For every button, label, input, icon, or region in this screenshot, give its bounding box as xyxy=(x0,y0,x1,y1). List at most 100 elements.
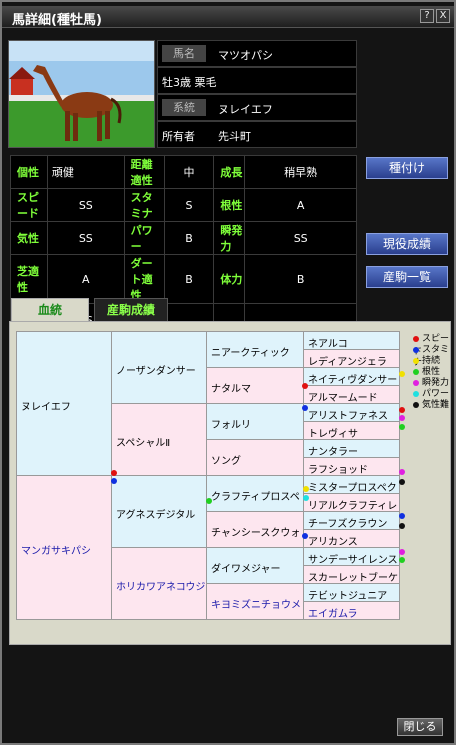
pedigree-cell[interactable]: ソング xyxy=(206,439,304,476)
pedigree-cell[interactable]: ノーザンダンサー xyxy=(111,331,207,404)
breed-button[interactable]: 種付け xyxy=(366,157,448,179)
legend-dot xyxy=(413,346,419,353)
pedigree-name: ホリカワアネコウジ xyxy=(116,581,206,593)
factor-dot xyxy=(399,469,405,475)
stat-value: A xyxy=(244,188,357,222)
stats-row: 気性 SS パワー B 瞬発力 SS xyxy=(10,221,357,255)
tab-offspring-results[interactable]: 産駒成績 xyxy=(94,298,168,322)
pedigree-cell[interactable]: レディアンジェラ xyxy=(303,349,400,368)
pedigree-panel: ヌレイエフマンガサキパシ ノーザンダンサー スペシャルⅡ アグネスデジタルホリカワアネ… xyxy=(9,321,451,645)
factor-dot xyxy=(111,478,117,484)
pedigree-name: テビットジュニア xyxy=(308,590,388,602)
factor-dot xyxy=(399,523,405,529)
stat-value: 稍早熟 xyxy=(244,155,357,189)
horse-line: ヌレイエフ xyxy=(218,103,273,116)
pedigree-cell[interactable]: トレヴィサ xyxy=(303,421,400,440)
pedigree-cell[interactable]: ナンタラー xyxy=(303,439,400,458)
factor-dot xyxy=(399,479,405,485)
pedigree-cell[interactable]: アリストファネス xyxy=(303,403,400,422)
race-results-button[interactable]: 現役成績 xyxy=(366,233,448,255)
factor-dot xyxy=(206,498,212,504)
pedigree-cell[interactable]: ヌレイエフ xyxy=(16,331,112,476)
pedigree-name: リアルクラフティレ xyxy=(308,500,398,512)
title-bar: 馬詳細(種牡馬) ? X xyxy=(2,6,454,28)
pedigree-name: トレヴィサ xyxy=(308,428,358,440)
pedigree-name: サンデーサイレンス xyxy=(308,554,398,566)
pedigree-cell[interactable]: ホリカワアネコウジ xyxy=(111,547,207,620)
pedigree-cell[interactable]: ミスタープロスペク xyxy=(303,475,400,494)
pedigree-name: ノーザンダンサー xyxy=(116,365,196,377)
owner-label: 所有者 xyxy=(162,130,195,143)
pedigree-cell[interactable]: エイガムラ xyxy=(303,601,400,620)
offspring-list-button[interactable]: 産駒一覧 xyxy=(366,266,448,288)
factor-dot xyxy=(302,533,308,539)
stats-row: 芝適性 A ダート適性 B 体力 B xyxy=(10,254,357,304)
pedigree-cell[interactable]: キヨミズニチョウメ xyxy=(206,583,304,620)
stat-label: パワー xyxy=(123,221,165,255)
stat-label: 気性 xyxy=(10,221,48,255)
pedigree-name: アルマームード xyxy=(308,392,378,404)
pedigree-cell[interactable]: サンデーサイレンス xyxy=(303,547,400,566)
pedigree-name: アリストファネス xyxy=(308,410,388,422)
factor-dot xyxy=(303,495,309,501)
pedigree-name: クラフティプロスペ xyxy=(211,491,300,503)
pedigree-cell[interactable]: ネイティヴダンサー xyxy=(303,367,400,386)
pedigree-cell[interactable]: ラフショッド xyxy=(303,457,400,476)
legend-dot xyxy=(413,335,419,342)
pedigree-cell[interactable]: リアルクラフティレ xyxy=(303,493,400,512)
pedigree-name: ダイワメジャー xyxy=(211,563,281,575)
pedigree-cell[interactable]: ニアークティック xyxy=(206,331,304,368)
pedigree-cell[interactable]: マンガサキパシ xyxy=(16,475,112,620)
pedigree-cell[interactable]: アリカンス xyxy=(303,529,400,548)
legend-dot xyxy=(413,368,419,375)
stat-label: ダート適性 xyxy=(123,254,165,304)
factor-dot xyxy=(302,383,308,389)
pedigree-cell[interactable]: チャンシースクウォ xyxy=(206,511,304,548)
pedigree-cell[interactable]: アルマームード xyxy=(303,385,400,404)
horse-profile: 牡3歳 栗毛 xyxy=(162,76,217,89)
pedigree-cell[interactable]: チーフズクラウン xyxy=(303,511,400,530)
pedigree-name: チーフズクラウン xyxy=(308,518,388,530)
legend-dot xyxy=(413,379,419,386)
close-button[interactable]: 閉じる xyxy=(397,718,443,736)
pedigree-name: マンガサキパシ xyxy=(21,545,91,557)
factor-dot xyxy=(302,405,308,411)
pedigree-name: ナタルマ xyxy=(211,383,251,395)
pedigree-cell[interactable]: ダイワメジャー xyxy=(206,547,304,584)
owner-name: 先斗町 xyxy=(218,130,251,143)
stat-value: SS xyxy=(46,188,125,222)
stats-row: 個性 頑健 距離適性中成長 稍早熟 xyxy=(10,155,357,189)
stat-value: SS xyxy=(46,221,125,255)
pedigree-cell[interactable]: クラフティプロスペ xyxy=(206,475,304,512)
tab-pedigree[interactable]: 血統 xyxy=(11,298,89,322)
factor-dot xyxy=(399,513,405,519)
pedigree-name: ソング xyxy=(211,455,241,467)
stat-label: 成長 xyxy=(213,155,246,189)
factor-dot xyxy=(399,424,405,430)
pedigree-name: フォルリ xyxy=(211,419,251,431)
pedigree-cell[interactable]: ナタルマ xyxy=(206,367,304,404)
pedigree-name: キヨミズニチョウメ xyxy=(211,599,301,611)
pedigree-cell[interactable]: アグネスデジタル xyxy=(111,475,207,548)
legend-dot xyxy=(413,401,419,408)
pedigree-name: スペシャルⅡ xyxy=(116,437,171,449)
stat-value: SS xyxy=(244,221,357,255)
pedigree-cell[interactable]: スカーレットブーケ xyxy=(303,565,400,584)
pedigree-cell[interactable]: フォルリ xyxy=(206,403,304,440)
horse-owner-row: 所有者 先斗町 xyxy=(157,121,357,148)
legend-dot xyxy=(413,390,419,397)
pedigree-name: アリカンス xyxy=(308,536,358,548)
factor-dot xyxy=(111,470,117,476)
pedigree-name: ネアルコ xyxy=(308,338,348,350)
close-x-button[interactable]: X xyxy=(436,9,450,23)
pedigree-cell[interactable]: テビットジュニア xyxy=(303,583,400,602)
pedigree-cell[interactable]: ネアルコ xyxy=(303,331,400,350)
stat-label: 根性 xyxy=(213,188,246,222)
help-button[interactable]: ? xyxy=(420,9,434,23)
pedigree-name: ニアークティック xyxy=(211,347,290,359)
pedigree-cell[interactable]: スペシャルⅡ xyxy=(111,403,207,476)
factor-dot xyxy=(303,486,309,492)
pedigree-name: ヌレイエフ xyxy=(21,401,71,413)
pedigree-name: スカーレットブーケ xyxy=(308,572,398,584)
factor-dot xyxy=(399,415,405,421)
